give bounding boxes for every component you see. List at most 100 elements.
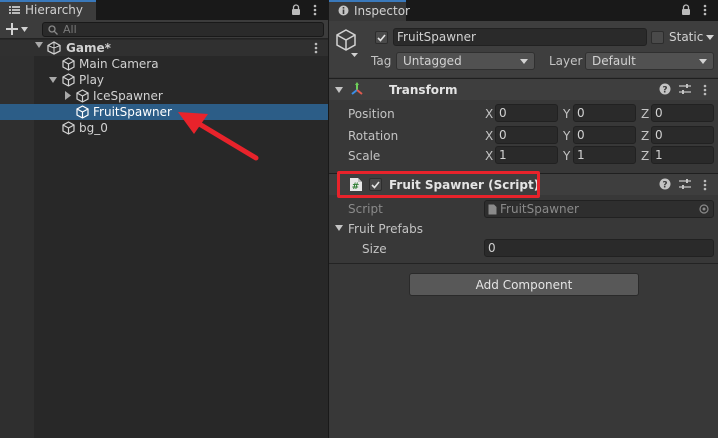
rotation-y-field[interactable]: 0 [573, 126, 636, 144]
position-y-field[interactable]: 0 [573, 104, 636, 122]
hierarchy-item-label: IceSpawner [93, 89, 163, 103]
tag-value: Untagged [403, 54, 462, 68]
annotation-arrow [178, 112, 259, 161]
axis-x-label[interactable]: X [485, 149, 493, 163]
search-input[interactable]: All [42, 22, 324, 37]
rotation-x-field[interactable]: 0 [495, 126, 558, 144]
search-icon [48, 24, 58, 35]
list-item-selected[interactable]: FruitSpawner [0, 104, 328, 120]
script-label: Script [348, 202, 383, 216]
static-checkbox[interactable] [651, 31, 664, 44]
script-field[interactable]: FruitSpawner [484, 200, 714, 218]
transform-title: Transform [389, 83, 458, 97]
transform-icon [349, 82, 365, 98]
fruit-prefabs-label[interactable]: Fruit Prefabs [348, 222, 423, 236]
kebab-menu-icon[interactable] [703, 4, 707, 16]
gameobject-icon[interactable] [335, 28, 359, 58]
scale-y-value: 1 [577, 148, 585, 162]
object-picker-icon[interactable] [699, 204, 709, 214]
help-icon[interactable]: ? [659, 178, 671, 190]
tab-hierarchy[interactable]: Hierarchy [0, 0, 96, 20]
position-y-value: 0 [577, 106, 585, 120]
position-x-value: 0 [499, 106, 507, 120]
chevron-down-icon[interactable] [335, 87, 343, 93]
hierarchy-item-label: FruitSpawner [93, 105, 172, 119]
scale-z-field[interactable]: 1 [651, 146, 714, 164]
svg-text:?: ? [662, 181, 667, 191]
create-button[interactable] [6, 23, 28, 35]
divider [329, 263, 718, 264]
size-label: Size [362, 242, 387, 256]
cube-icon [62, 57, 75, 71]
cube-icon [76, 89, 89, 103]
kebab-menu-icon[interactable] [314, 42, 318, 54]
hierarchy-item-label: Play [79, 73, 105, 87]
annotation-highlight-box [337, 171, 540, 198]
list-item[interactable]: Main Camera [0, 56, 328, 72]
list-icon [9, 5, 20, 15]
cube-icon [62, 73, 75, 87]
axis-y-label[interactable]: Y [563, 149, 570, 163]
object-name-value: FruitSpawner [397, 30, 476, 44]
size-value: 0 [488, 241, 496, 255]
tab-inspector[interactable]: Inspector [329, 0, 410, 21]
chevron-down-icon [699, 59, 707, 64]
rotation-x-value: 0 [499, 128, 507, 142]
kebab-menu-icon[interactable] [703, 84, 707, 96]
tab-hierarchy-label: Hierarchy [25, 3, 84, 17]
layer-value: Default [592, 54, 636, 68]
chevron-down-icon[interactable] [49, 77, 57, 83]
axis-x-label[interactable]: X [485, 129, 493, 143]
inspector-panel: Inspector FruitSpawner Static Tag Untagg… [329, 0, 718, 438]
lock-icon[interactable] [681, 4, 691, 16]
chevron-down-icon [706, 34, 715, 40]
axis-z-label[interactable]: Z [641, 107, 649, 121]
layer-dropdown[interactable]: Default [585, 52, 714, 70]
help-icon[interactable]: ? [659, 83, 671, 95]
scene-row[interactable]: Game* [0, 40, 328, 56]
rotation-label: Rotation [348, 129, 399, 143]
position-label: Position [348, 107, 395, 121]
chevron-down-icon [21, 26, 28, 32]
chevron-down-icon[interactable] [33, 42, 45, 48]
layer-label: Layer [549, 54, 583, 68]
sliders-icon[interactable] [679, 83, 691, 95]
transform-fields: Position X 0 Y 0 Z 0 Rotation X 0 Y 0 Z … [329, 104, 718, 166]
active-checkbox[interactable] [375, 31, 388, 44]
cube-icon [62, 121, 75, 135]
scale-y-field[interactable]: 1 [573, 146, 636, 164]
static-dropdown[interactable]: Static [669, 30, 715, 44]
list-item[interactable]: bg_0 [0, 120, 328, 136]
rotation-z-field[interactable]: 0 [651, 126, 714, 144]
cube-icon [76, 105, 89, 119]
sliders-icon[interactable] [679, 178, 691, 190]
info-icon [338, 5, 349, 16]
add-component-label: Add Component [475, 277, 573, 292]
list-item[interactable]: Play [0, 72, 328, 88]
tag-label: Tag [371, 54, 392, 68]
kebab-menu-icon[interactable] [313, 4, 317, 16]
rotation-z-value: 0 [655, 128, 663, 142]
axis-y-label[interactable]: Y [563, 107, 570, 121]
axis-y-label[interactable]: Y [563, 129, 570, 143]
tag-dropdown[interactable]: Untagged [396, 52, 535, 70]
scene-name: Game* [66, 41, 111, 55]
position-x-field[interactable]: 0 [495, 104, 558, 122]
position-z-field[interactable]: 0 [651, 104, 714, 122]
axis-z-label[interactable]: Z [641, 129, 649, 143]
axis-x-label[interactable]: X [485, 107, 493, 121]
chevron-right-icon[interactable] [65, 91, 71, 100]
list-item[interactable]: IceSpawner [0, 88, 328, 104]
size-field[interactable]: 0 [484, 239, 714, 257]
kebab-menu-icon[interactable] [703, 179, 707, 191]
hierarchy-item-label: bg_0 [79, 121, 108, 135]
lock-icon[interactable] [291, 4, 301, 16]
hierarchy-item-label: Main Camera [79, 57, 159, 71]
scale-x-field[interactable]: 1 [495, 146, 558, 164]
axis-z-label[interactable]: Z [641, 149, 649, 163]
chevron-down-icon[interactable] [335, 225, 343, 231]
add-component-button[interactable]: Add Component [409, 273, 639, 296]
script-file-icon [488, 204, 497, 215]
transform-header[interactable]: Transform ? [329, 78, 718, 100]
object-name-field[interactable]: FruitSpawner [393, 28, 647, 46]
